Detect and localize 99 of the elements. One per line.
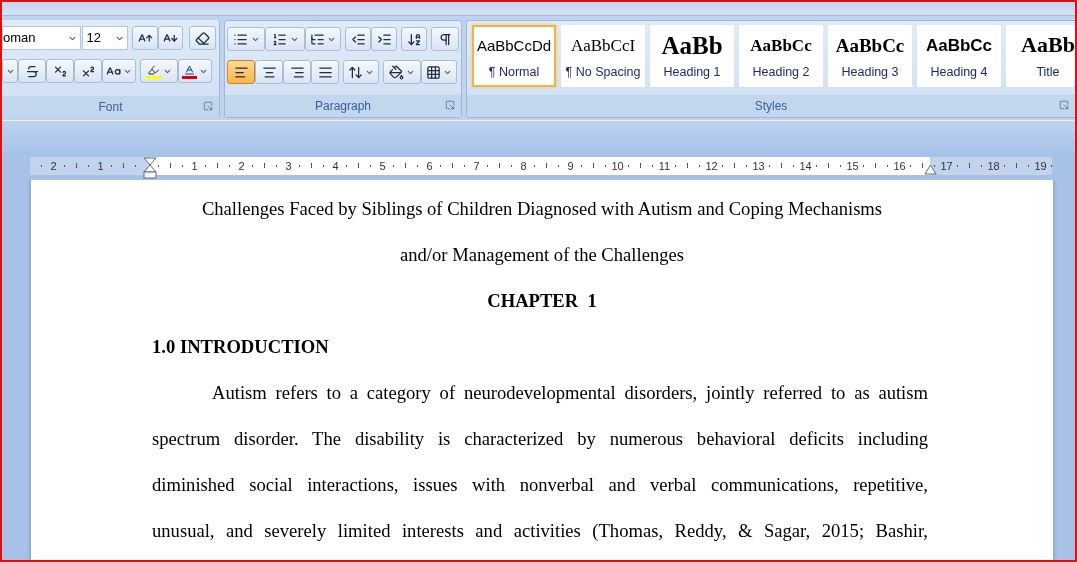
style-preview: AaBbCcI bbox=[570, 34, 636, 57]
font-size-field[interactable]: 12 bbox=[82, 26, 129, 50]
borders-icon bbox=[426, 64, 441, 80]
bullets-button[interactable] bbox=[227, 27, 265, 51]
style-tile[interactable]: AaBbCc Heading 2 bbox=[739, 25, 823, 87]
ruler-number: 18 bbox=[987, 158, 1000, 174]
alignment-icon bbox=[233, 64, 249, 80]
ruler-number: 12 bbox=[705, 158, 718, 174]
style-name: Heading 3 bbox=[841, 64, 899, 81]
justify-button[interactable] bbox=[311, 60, 339, 84]
style-preview: AaBb bbox=[1021, 31, 1075, 59]
ruler-number: 17 bbox=[940, 158, 953, 174]
group-label: Font bbox=[98, 99, 123, 116]
ruler-number: 10 bbox=[611, 158, 624, 174]
align-left-button[interactable] bbox=[227, 60, 255, 84]
font-color-icon bbox=[182, 63, 197, 79]
ruler-number: 13 bbox=[752, 158, 765, 174]
ruler-number: 2 bbox=[50, 158, 57, 174]
ruler-number: 3 bbox=[285, 158, 292, 174]
style-name: Heading 2 bbox=[752, 64, 810, 81]
right-indent-marker-icon[interactable] bbox=[924, 164, 937, 175]
show-marks-button[interactable] bbox=[431, 27, 459, 51]
ruler-number: 11 bbox=[658, 158, 671, 174]
sort-icon bbox=[406, 31, 422, 47]
line-spacing-icon bbox=[348, 64, 363, 80]
ruler-number: 2 bbox=[238, 158, 245, 174]
style-tile[interactable]: AaBbCc Heading 3 bbox=[828, 25, 912, 87]
style-preview: AaBbCc bbox=[750, 34, 812, 57]
subscript-button[interactable] bbox=[46, 59, 74, 83]
superscript-icon bbox=[80, 63, 96, 79]
style-preview: AaBbCc bbox=[925, 34, 993, 57]
shading-button[interactable] bbox=[383, 60, 421, 84]
borders-button[interactable] bbox=[421, 60, 457, 84]
ruler-number: 19 bbox=[1034, 158, 1047, 174]
body-paragraph: Autism refers to a category of neurodevelopmental disorders, jointly referred to as autism spectrum disorder. The disability is characterized by numerous behavioral deficits including diminished social interactions, issues with nonverbal and verbal communications, repetitive, unusual, and severely limited interests and activities (Thomas, Reddy, & Sagar, 2015; Bashir, bbox=[152, 381, 928, 543]
ruler-number: 7 bbox=[473, 158, 480, 174]
style-preview: AaBbCcDd bbox=[476, 35, 552, 56]
dialog-launcher-icon[interactable] bbox=[445, 100, 455, 110]
ruler-number: 1 bbox=[97, 158, 104, 174]
alignment-icon bbox=[317, 64, 333, 80]
ruler-number: 4 bbox=[332, 158, 339, 174]
style-tile[interactable]: AaBbCc Heading 4 bbox=[917, 25, 1001, 87]
eraser-icon bbox=[195, 30, 211, 46]
section-heading: 1.0 INTRODUCTION bbox=[152, 336, 329, 357]
style-tile[interactable]: AaBbCcI ¶ No Spacing bbox=[561, 25, 645, 87]
shrink-font-button[interactable] bbox=[158, 26, 184, 50]
change-case-button[interactable] bbox=[102, 59, 136, 83]
ruler-number: 5 bbox=[379, 158, 386, 174]
group-label: Styles bbox=[754, 98, 788, 115]
style-tile[interactable]: AaBb Heading 1 bbox=[650, 25, 734, 87]
font-color-button[interactable] bbox=[178, 59, 212, 83]
grow-font-button[interactable] bbox=[132, 26, 159, 50]
style-preview: AaBbCc bbox=[835, 33, 905, 58]
ruler-number: 15 bbox=[846, 158, 859, 174]
align-center-button[interactable] bbox=[255, 60, 283, 84]
ruler-number: 8 bbox=[520, 158, 527, 174]
chapter-heading: CHAPTER 1 bbox=[487, 290, 597, 311]
style-name: Title bbox=[1036, 64, 1060, 81]
style-tile[interactable]: AaBb Title bbox=[1006, 25, 1075, 87]
ruler-number: 9 bbox=[567, 158, 574, 174]
style-name: ¶ Normal bbox=[488, 64, 540, 81]
subscript-icon bbox=[52, 63, 68, 79]
numbering-button[interactable] bbox=[265, 27, 305, 51]
alignment-icon bbox=[289, 64, 305, 80]
sort-button[interactable] bbox=[401, 27, 427, 51]
document-title: Challenges Faced by Siblings of Children Diagnosed with Autism and Coping Mechanisms bbox=[201, 198, 883, 219]
group-label: Paragraph bbox=[314, 98, 371, 115]
document-title: and/or Management of the Challenges bbox=[400, 244, 684, 265]
multilevel-list-button[interactable] bbox=[305, 27, 341, 51]
ruler-number: 1 bbox=[191, 158, 198, 174]
paint-bucket-icon bbox=[389, 64, 404, 80]
increase-indent-button[interactable] bbox=[371, 27, 397, 51]
clear-formatting-button[interactable] bbox=[189, 26, 216, 50]
style-name: Heading 1 bbox=[663, 64, 721, 81]
font-name-field[interactable]: oman bbox=[2, 26, 82, 50]
dialog-launcher-icon[interactable] bbox=[203, 101, 213, 111]
alignment-icon bbox=[261, 64, 277, 80]
strikethrough-button[interactable] bbox=[18, 59, 46, 83]
numbering-icon bbox=[271, 31, 287, 47]
superscript-button[interactable] bbox=[74, 59, 102, 83]
dialog-launcher-icon[interactable] bbox=[1059, 100, 1069, 110]
highlighter-icon bbox=[146, 63, 161, 79]
line-spacing-button[interactable] bbox=[343, 60, 379, 84]
increase-indent-icon bbox=[376, 31, 392, 47]
pilcrow-icon bbox=[437, 31, 453, 47]
multilevel-list-icon bbox=[310, 31, 325, 47]
bullets-icon bbox=[232, 31, 248, 47]
ruler-number: 6 bbox=[426, 158, 433, 174]
decrease-indent-icon bbox=[350, 31, 366, 47]
strikethrough-icon bbox=[24, 63, 40, 79]
style-name: ¶ No Spacing bbox=[565, 64, 641, 81]
style-name: Heading 4 bbox=[930, 64, 988, 81]
style-tile[interactable]: AaBbCcDd ¶ Normal bbox=[472, 25, 556, 87]
decrease-indent-button[interactable] bbox=[345, 27, 371, 51]
indent-marker-icon[interactable] bbox=[143, 157, 157, 179]
ruler-number: 14 bbox=[799, 158, 812, 174]
style-preview: AaBb bbox=[661, 30, 723, 61]
ruler-number: 16 bbox=[893, 158, 906, 174]
align-right-button[interactable] bbox=[283, 60, 311, 84]
